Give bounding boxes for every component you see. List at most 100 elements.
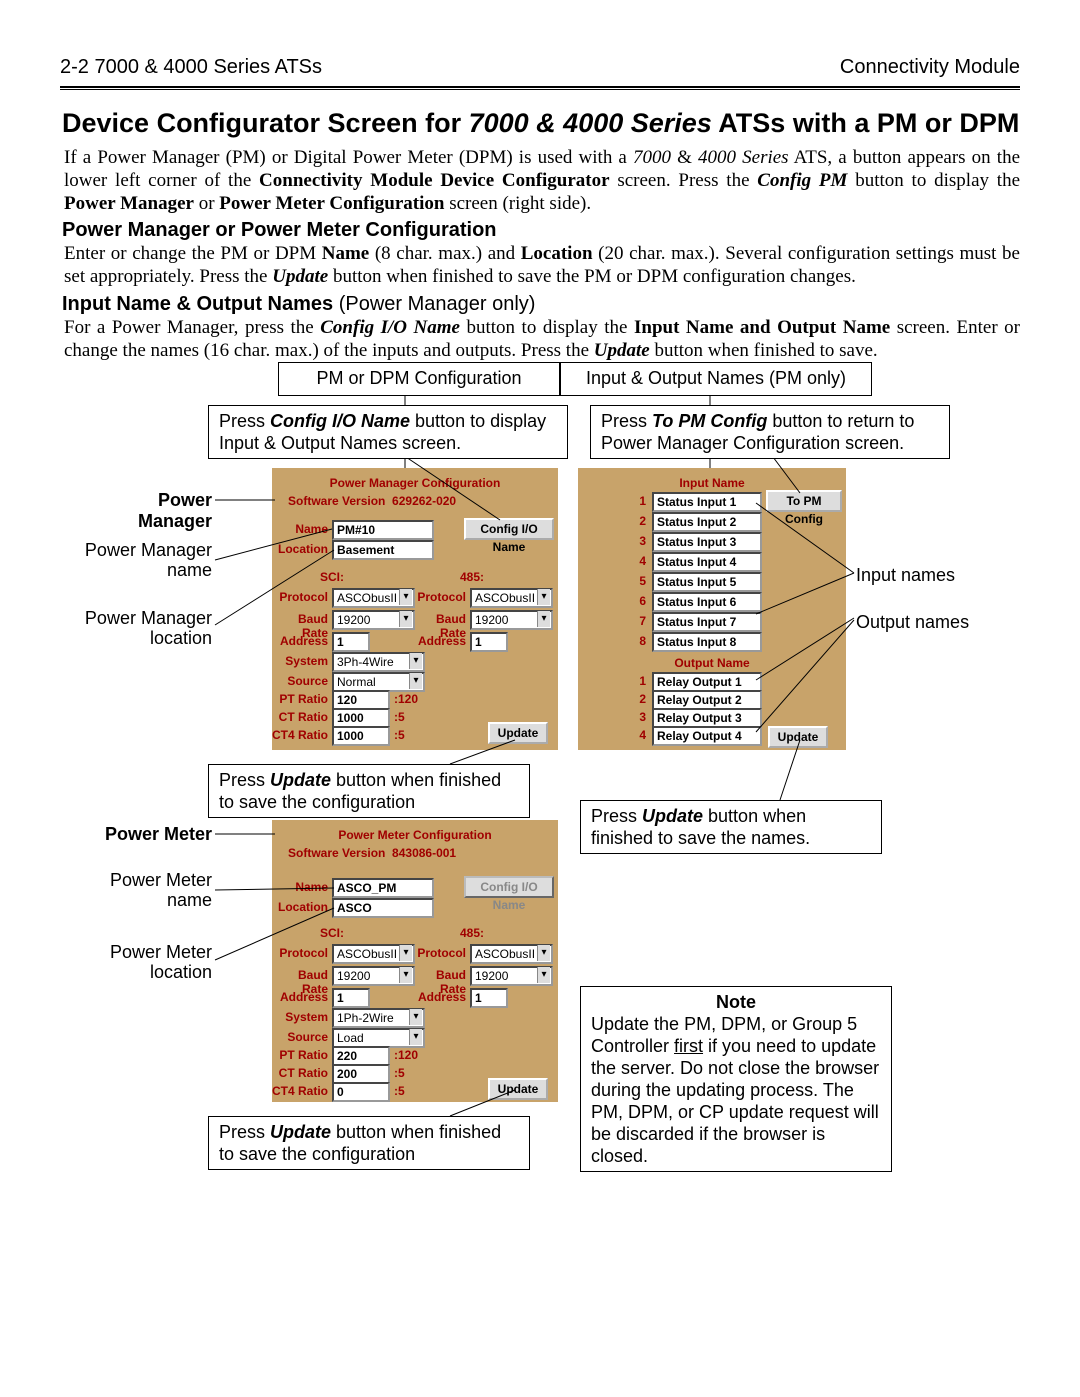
pm-pt-lab: PT Ratio <box>272 692 328 706</box>
to-pm-config-button[interactable]: To PM Config <box>766 490 842 512</box>
pm-ct4-val[interactable]: 1000 <box>332 726 390 746</box>
pm-system-dd[interactable]: 3Ph-4Wire Wy <box>332 652 425 672</box>
panel-io-names: Input Name To PM Config 1Status Input 1 … <box>578 468 846 750</box>
pmeter-pt-lab: PT Ratio <box>272 1048 328 1062</box>
pmeter-proto-sci[interactable]: ASCObusII <box>332 944 415 964</box>
io-input8[interactable]: Status Input 8 <box>652 632 762 652</box>
pmeter-proto-485[interactable]: ASCObusII <box>470 944 553 964</box>
box-io-update-hint: Press Update button when finished to sav… <box>580 800 882 854</box>
label-pm-name: Power Manager name <box>62 540 212 580</box>
label-power-meter: Power Meter <box>82 824 212 845</box>
label-pm-location: Power Manager location <box>62 608 212 648</box>
label-power-manager: Power Manager <box>82 490 212 532</box>
pm-ct-suf: :5 <box>394 710 424 724</box>
pm-name-input[interactable]: PM#10 <box>332 520 434 540</box>
box-config-io-hint: Press Config I/O Name button to display … <box>208 405 568 459</box>
pm-source-dd[interactable]: Normal <box>332 672 425 692</box>
io-input4[interactable]: Status Input 4 <box>652 552 762 572</box>
pm-addr-485[interactable]: 1 <box>470 632 508 652</box>
pm-ct-val[interactable]: 1000 <box>332 708 390 728</box>
io-input-title: Input Name <box>578 476 846 490</box>
label-pmeter-location: Power Meter location <box>62 942 212 982</box>
pm-source-lab: Source <box>272 674 328 688</box>
pmeter-ct-val[interactable]: 200 <box>332 1064 390 1084</box>
pmeter-addr-lab2: Address <box>410 990 466 1004</box>
box-pm-dpm-config: PM or DPM Configuration <box>278 362 560 396</box>
pmeter-addr-sci[interactable]: 1 <box>332 988 370 1008</box>
pm-pt-val[interactable]: 120 <box>332 690 390 710</box>
page-header-left: 2-2 7000 & 4000 Series ATSs <box>60 56 322 79</box>
pmeter-title: Power Meter Configuration <box>272 828 558 842</box>
note-box: Note Update the PM, DPM, or Group 5 Cont… <box>580 986 892 1172</box>
pm-ct4-lab: CT4 Ratio <box>272 728 328 742</box>
pm-ct-lab: CT Ratio <box>272 710 328 724</box>
io-input7[interactable]: Status Input 7 <box>652 612 762 632</box>
io-input5[interactable]: Status Input 5 <box>652 572 762 592</box>
pmeter-pt-val[interactable]: 220 <box>332 1046 390 1066</box>
page-title: Device Configurator Screen for 7000 & 40… <box>62 108 1019 139</box>
io-input3[interactable]: Status Input 3 <box>652 532 762 552</box>
label-input-names: Input names <box>856 565 955 586</box>
pm-addr-sci[interactable]: 1 <box>332 632 370 652</box>
pmeter-ct4-val[interactable]: 0 <box>332 1082 390 1102</box>
pm-baud-sci[interactable]: 19200 <box>332 610 415 630</box>
pmeter-proto-lab2: Protocol <box>410 946 466 960</box>
pmeter-ct-suf: :5 <box>394 1066 424 1080</box>
pmeter-baud-sci[interactable]: 19200 <box>332 966 415 986</box>
pmeter-addr-lab: Address <box>272 990 328 1004</box>
intro-paragraph: If a Power Manager (PM) or Digital Power… <box>64 146 1020 215</box>
pm-pt-suf: :120 <box>394 692 424 706</box>
pmeter-ct4-suf: :5 <box>394 1084 424 1098</box>
config-io-name-button[interactable]: Config I/O Name <box>464 518 554 540</box>
box-io-names: Input & Output Names (PM only) <box>560 362 872 396</box>
io-names-paragraph: For a Power Manager, press the Config I/… <box>64 316 1020 362</box>
pm-name-label: Name <box>272 522 328 536</box>
pmeter-system-dd[interactable]: 1Ph-2Wire <box>332 1008 425 1028</box>
pm-addr-lab: Address <box>272 634 328 648</box>
pmeter-pt-suf: :120 <box>394 1048 424 1062</box>
panel-pmeter-config: Power Meter Configuration Software Versi… <box>272 820 558 1102</box>
pmeter-proto-lab: Protocol <box>272 946 328 960</box>
io-input1[interactable]: Status Input 1 <box>652 492 762 512</box>
pmeter-source-lab: Source <box>272 1030 328 1044</box>
section-heading-pm-config: Power Manager or Power Meter Configurati… <box>62 219 497 242</box>
header-rule <box>60 86 1020 90</box>
io-output3[interactable]: Relay Output 3 <box>652 708 762 728</box>
pm-baud-485[interactable]: 19200 <box>470 610 553 630</box>
label-pmeter-name: Power Meter name <box>62 870 212 910</box>
io-output1[interactable]: Relay Output 1 <box>652 672 762 692</box>
pm-location-input[interactable]: Basement <box>332 540 434 560</box>
pmeter-source-dd[interactable]: Load <box>332 1028 425 1048</box>
section-heading-io-names: Input Name & Output Names (Power Manager… <box>62 293 535 316</box>
box-pmeter-update-hint: Press Update button when finished to sav… <box>208 1116 530 1170</box>
pm-system-lab: System <box>272 654 328 668</box>
pm-proto-lab: Protocol <box>272 590 328 604</box>
pm-proto-lab2: Protocol <box>410 590 466 604</box>
pm-ct4-suf: :5 <box>394 728 424 742</box>
io-update-button[interactable]: Update <box>768 726 828 748</box>
io-output2[interactable]: Relay Output 2 <box>652 690 762 710</box>
pm-update-button[interactable]: Update <box>488 722 548 744</box>
box-pm-update-hint: Press Update button when finished to sav… <box>208 764 530 818</box>
io-output4[interactable]: Relay Output 4 <box>652 726 762 746</box>
pm-proto-sci[interactable]: ASCObusII <box>332 588 415 608</box>
io-output-title: Output Name <box>578 656 846 670</box>
pmeter-update-button[interactable]: Update <box>488 1078 548 1100</box>
pmeter-name-input[interactable]: ASCO_PM <box>332 878 434 898</box>
pmeter-loc-lab: Location <box>272 900 328 914</box>
pmeter-baud-485[interactable]: 19200 <box>470 966 553 986</box>
io-input2[interactable]: Status Input 2 <box>652 512 762 532</box>
pmeter-loc-input[interactable]: ASCO <box>332 898 434 918</box>
label-output-names: Output names <box>856 612 969 633</box>
page-header-right: Connectivity Module <box>840 56 1020 79</box>
box-to-pm-hint: Press To PM Config button to return to P… <box>590 405 950 459</box>
pmeter-config-io-button: Config I/O Name <box>464 876 554 898</box>
pm-proto-485[interactable]: ASCObusII <box>470 588 553 608</box>
pmeter-ct4-lab: CT4 Ratio <box>272 1084 328 1098</box>
io-input6[interactable]: Status Input 6 <box>652 592 762 612</box>
pm-sv-label: Software Version 629262-020 <box>288 494 456 508</box>
pm-485-head: 485: <box>460 570 484 584</box>
panel-pm-config: Power Manager Configuration Software Ver… <box>272 468 558 750</box>
pm-addr-lab2: Address <box>410 634 466 648</box>
pmeter-addr-485[interactable]: 1 <box>470 988 508 1008</box>
